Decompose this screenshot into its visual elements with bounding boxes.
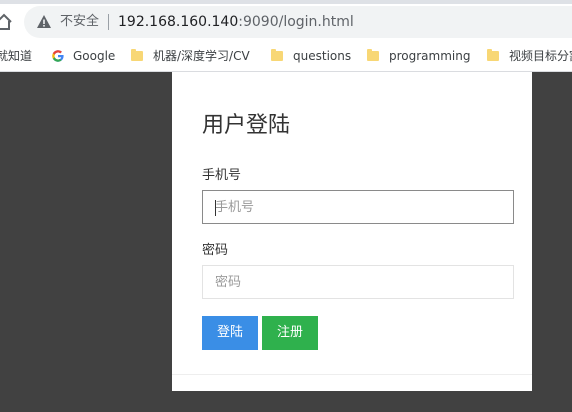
google-icon [52, 50, 64, 62]
folder-icon [131, 49, 143, 61]
bookmark-item[interactable]: Google [51, 47, 115, 65]
phone-label: 手机号 [202, 168, 242, 183]
address-separator [108, 14, 109, 30]
phone-input[interactable] [202, 190, 514, 224]
bookmark-label: Google [73, 49, 116, 63]
text-caret [215, 200, 216, 216]
bookmark-label: questions [293, 49, 352, 63]
bookmark-label: 机器/深度学习/CV [153, 49, 250, 63]
address-bar[interactable]: 不安全 192.168.160.140:9090/login.html [24, 6, 572, 38]
tab-strip-edge [0, 0, 572, 4]
bookmark-folder[interactable]: 机器/深度学习/CV [131, 47, 250, 65]
password-input[interactable] [202, 265, 514, 299]
page-title: 用户登陆 [202, 113, 291, 138]
card-divider [172, 374, 532, 375]
login-card: 用户登陆 手机号 密码 登陆 注册 [172, 72, 532, 391]
bookmark-folder[interactable]: programming [367, 47, 470, 65]
bookmark-label: 就知道 [0, 49, 33, 63]
folder-icon [367, 49, 379, 61]
url-path: :9090/login.html [238, 14, 354, 30]
browser-toolbar: 不安全 192.168.160.140:9090/login.html [0, 0, 572, 41]
url-text[interactable]: 192.168.160.140:9090/login.html [118, 12, 354, 32]
login-button[interactable]: 登陆 [202, 316, 258, 350]
bookmarks-bar: 就知道 Google 机器/深度学习/CV questions programm… [0, 41, 572, 72]
folder-icon [271, 49, 283, 61]
bookmark-folder[interactable]: 视频目标分割 [487, 47, 572, 65]
insecure-label[interactable]: 不安全 [60, 13, 99, 31]
bookmark-folder[interactable]: questions [271, 47, 351, 65]
folder-icon [487, 49, 499, 61]
register-button[interactable]: 注册 [262, 316, 318, 350]
url-host: 192.168.160.140 [118, 14, 239, 30]
warning-icon[interactable] [36, 14, 52, 30]
password-label: 密码 [202, 243, 229, 258]
bookmark-label: programming [389, 49, 471, 63]
home-icon[interactable] [0, 12, 14, 32]
bookmark-item[interactable]: 就知道 [0, 47, 32, 65]
bookmark-label: 视频目标分割 [509, 49, 572, 63]
